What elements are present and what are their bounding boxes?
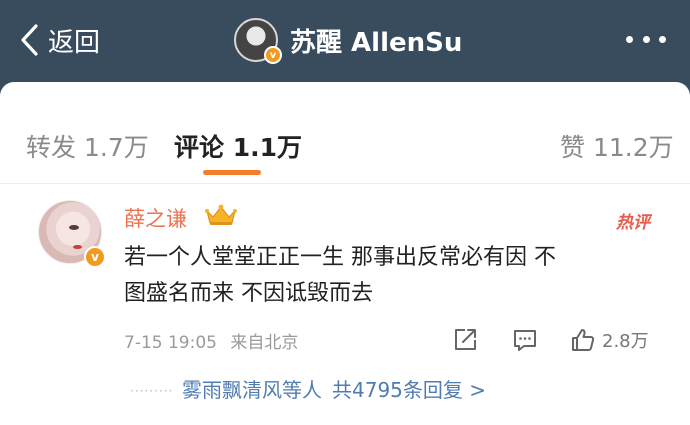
- page-title: 苏醒 AllenSu: [290, 27, 463, 58]
- reply-count: 共4795条回复 >: [332, 378, 487, 402]
- verified-badge-icon: v: [84, 246, 106, 268]
- profile-header[interactable]: v 苏醒 AllenSu: [234, 16, 462, 64]
- comment-text-line: 图盛名而来 不因诋毁而去: [124, 281, 373, 306]
- tab-repost[interactable]: 转发 1.7万: [26, 128, 149, 164]
- tab-divider: [0, 183, 690, 184]
- back-chevron-icon: [21, 24, 38, 56]
- reply-divider-dots: ·········: [130, 384, 174, 398]
- comment-meta: 7-15 19:05 来自北京: [124, 328, 298, 353]
- more-dot: [642, 36, 650, 43]
- like-count: 2.8万: [602, 331, 649, 352]
- comment-avatar[interactable]: v: [38, 200, 106, 268]
- tab-like[interactable]: 赞 11.2万: [560, 128, 674, 164]
- comment-time: 7-15 19:05: [124, 333, 217, 353]
- hot-comment-badge: 热评: [616, 213, 650, 233]
- view-replies-link[interactable]: 雾雨飘清风等人 共4795条回复 >: [182, 374, 486, 403]
- comment-text-line: 若一个人堂堂正正一生 那事出反常必有因 不: [124, 245, 556, 270]
- top-nav-bar: 返回 v 苏醒 AllenSu: [0, 0, 690, 80]
- avatar-lip: [73, 245, 82, 249]
- reply-button[interactable]: [512, 326, 538, 354]
- reply-icon: [514, 330, 536, 351]
- tab-comment[interactable]: 评论 1.1万: [174, 128, 302, 164]
- share-button[interactable]: [452, 326, 478, 354]
- avatar[interactable]: v: [234, 18, 282, 64]
- share-icon: [455, 329, 476, 350]
- verified-badge-icon: v: [264, 46, 282, 64]
- comment-location: 来自北京: [230, 333, 299, 353]
- back-label: 返回: [48, 27, 101, 58]
- more-dot: [626, 36, 633, 43]
- tab-bar: 转发 1.7万 评论 1.1万 赞 11.2万: [0, 122, 690, 172]
- more-dot: [659, 36, 666, 43]
- active-tab-indicator: [203, 170, 261, 175]
- more-dots-icon[interactable]: [626, 36, 666, 44]
- like-button[interactable]: 2.8万: [570, 326, 649, 354]
- back-button[interactable]: 返回: [18, 20, 100, 60]
- thumbs-up-icon: [572, 329, 595, 351]
- reply-users: 雾雨飘清风等人: [182, 378, 322, 402]
- crown-icon: [205, 204, 237, 225]
- avatar-eye: [69, 225, 79, 230]
- comment-username[interactable]: 薛之谦: [124, 203, 187, 233]
- comment-text: 若一个人堂堂正正一生 那事出反常必有因 不 图盛名而来 不因诋毁而去: [124, 240, 664, 312]
